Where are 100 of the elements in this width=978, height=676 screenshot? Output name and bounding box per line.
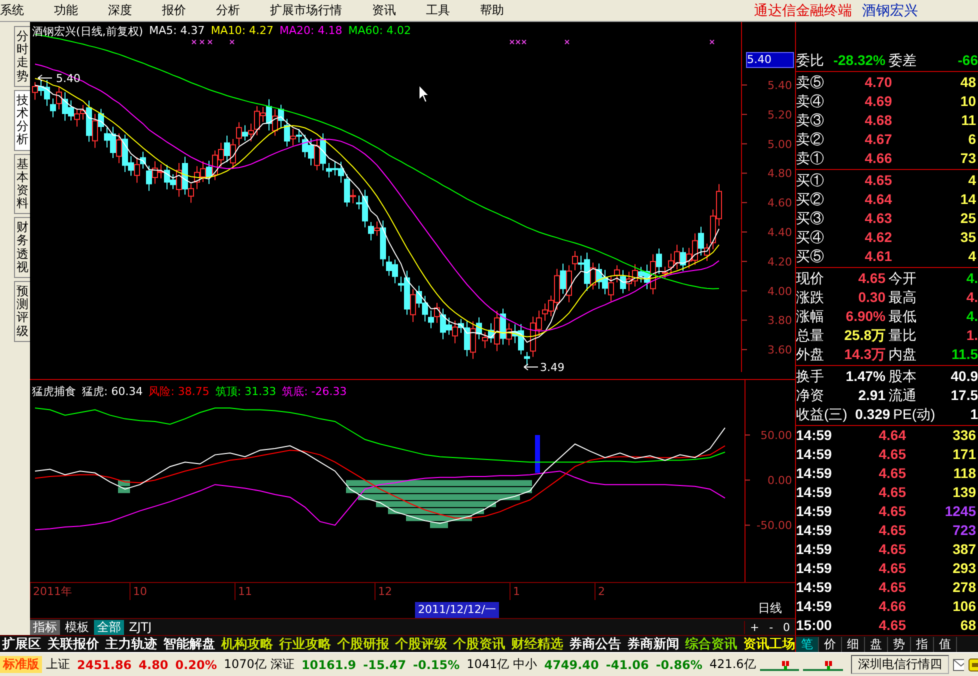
info-tab[interactable]: 行业攻略	[277, 636, 333, 652]
menu-item[interactable]: 功能	[54, 2, 91, 19]
axis-label: 4.20	[768, 255, 792, 268]
order-volume: 11	[960, 111, 977, 130]
stat-label: 最高	[888, 288, 916, 307]
zoom-button[interactable]: -	[769, 621, 774, 634]
trade-price: 4.65	[878, 464, 906, 483]
info-tab[interactable]: 综合资讯	[683, 636, 739, 652]
info-tab[interactable]: 机构攻略	[219, 636, 275, 652]
axis-label: 5.40	[768, 79, 792, 92]
trade-time: 14:59	[796, 426, 833, 445]
trade-time: 14:59	[796, 502, 833, 521]
index-percent: -0.15%	[413, 658, 460, 672]
trade-volume: 336	[952, 426, 977, 445]
order-price: 4.66	[864, 149, 892, 168]
order-price: 4.68	[864, 111, 892, 130]
zoom-button[interactable]: +	[750, 621, 760, 634]
server-label: 深圳电信行情四	[850, 655, 949, 674]
index-change: -15.47	[363, 658, 406, 672]
index-name: 中小	[513, 656, 538, 673]
order-volume: 4	[967, 247, 977, 266]
order-label: 买④	[796, 228, 825, 247]
date-label: 2011年	[33, 585, 72, 598]
order-price: 4.70	[864, 73, 892, 92]
side-tab[interactable]: 分时走势	[14, 26, 31, 87]
stat-value: 4.	[965, 307, 978, 326]
stat-value: 4.	[965, 269, 978, 288]
index-amount: 1041亿	[466, 656, 510, 673]
stat-value: 6.90%	[844, 307, 886, 326]
info-tab[interactable]: 个股资讯	[451, 636, 507, 652]
menu-item[interactable]: 深度	[108, 2, 145, 19]
order-label: 卖③	[796, 111, 825, 130]
quote-tab[interactable]: 笔	[796, 636, 819, 652]
side-tab[interactable]: 技术分析	[14, 90, 31, 150]
order-label: 买③	[796, 209, 825, 228]
menu-item[interactable]: 扩展市场行情	[270, 2, 355, 19]
zoom-button[interactable]: 0	[783, 621, 790, 634]
info-tab[interactable]: 券商新闻	[625, 636, 681, 652]
trade-price: 4.65	[878, 578, 906, 597]
chart-tab[interactable]: 模板	[62, 620, 92, 635]
trade-price: 4.65	[878, 540, 906, 559]
date-label: 11	[238, 585, 252, 598]
stat-label: 内盘	[888, 345, 916, 364]
low-price-label: 3.49	[540, 361, 564, 374]
axis-label: 4.60	[768, 196, 792, 210]
menu-item[interactable]: 资讯	[372, 2, 409, 19]
date-label: 2	[598, 585, 605, 598]
chart-tab[interactable]: 指标	[30, 620, 60, 635]
index-change: -41.06	[606, 658, 649, 672]
stat-value: 17.5	[950, 386, 978, 405]
stat-value: 1	[969, 405, 978, 424]
info-tab[interactable]: 资讯工场	[741, 636, 795, 652]
order-label: 买②	[796, 190, 825, 209]
axis-label: 4.80	[768, 167, 792, 180]
stat-value: 4.	[965, 288, 978, 307]
info-tab[interactable]: 个股评级	[393, 636, 449, 652]
trade-volume: 278	[952, 578, 977, 597]
stat-value: 0.30	[857, 288, 886, 307]
side-tab[interactable]: 预测评级	[14, 281, 31, 342]
indicator-value: 风险: 38.75	[148, 384, 210, 399]
menu-item[interactable]: 分析	[216, 2, 253, 19]
stock-name: 酒钢宏兴	[862, 2, 918, 20]
chart-tab[interactable]: ZJTJ	[126, 620, 155, 635]
trade-volume: 293	[952, 559, 977, 578]
info-tab[interactable]: 财经精选	[509, 636, 565, 652]
info-tab[interactable]: 主力轨迹	[103, 636, 159, 652]
trade-volume: 387	[952, 540, 977, 559]
stat-label: 最低	[888, 307, 916, 326]
ma-value: MA10: 4.27	[210, 24, 274, 39]
order-volume: 73	[959, 149, 977, 168]
info-tab[interactable]: 关联报价	[45, 636, 101, 652]
stat-label: 现价	[796, 269, 824, 288]
menu-item[interactable]: 报价	[162, 2, 199, 19]
stat-label: 涨幅	[796, 307, 824, 326]
trade-time: 14:59	[796, 540, 833, 559]
info-tab[interactable]: 扩展区	[0, 636, 43, 652]
order-volume: 35	[959, 228, 977, 247]
info-tab[interactable]: 券商公告	[567, 636, 623, 652]
indicator-value: 筑底: -26.33	[282, 384, 347, 399]
index-amount: 1070亿	[224, 656, 266, 673]
trade-time: 14:59	[796, 578, 833, 597]
side-tab[interactable]: 基本资料	[14, 154, 31, 214]
order-price: 4.69	[864, 92, 892, 111]
index-value: 2451.86	[77, 658, 132, 672]
info-tab[interactable]: 个股研报	[335, 636, 391, 652]
menu-item[interactable]: 工具	[426, 2, 463, 19]
order-volume: 48	[959, 73, 977, 92]
stat-label: 净资	[796, 386, 824, 405]
side-tab[interactable]: 财务透视	[14, 217, 31, 278]
info-tab[interactable]: 智能解盘	[161, 636, 217, 652]
order-price: 4.67	[864, 130, 892, 149]
order-label: 买①	[796, 171, 825, 190]
order-price: 4.62	[864, 228, 892, 247]
chart-tab[interactable]: 全部	[94, 620, 124, 635]
menu-item[interactable]: 帮助	[480, 2, 517, 19]
date-cursor-label: 2011/12/12/一	[415, 602, 500, 618]
menu-item[interactable]: 系统	[0, 2, 37, 19]
trade-time: 14:59	[796, 483, 833, 502]
trade-volume: 106	[952, 597, 977, 616]
stat-value: 14.3万	[843, 345, 886, 364]
